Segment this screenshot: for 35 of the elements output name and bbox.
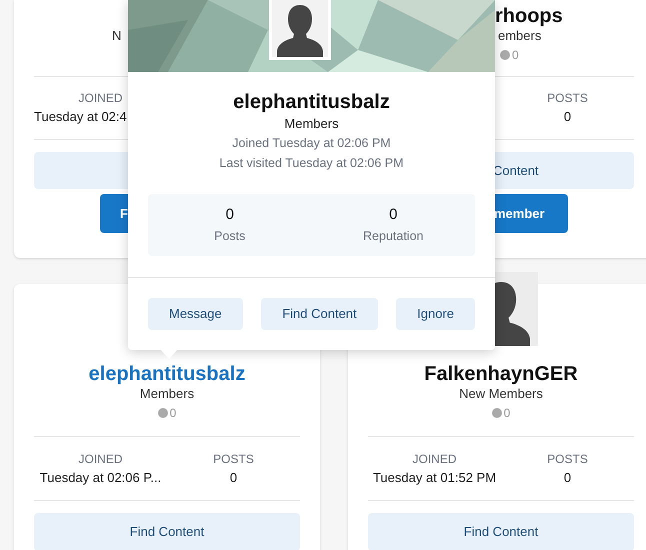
find-content-button[interactable]: Find Content — [368, 513, 634, 550]
stat-value: 0 — [389, 205, 398, 226]
profile-name: elephantitusbalz — [233, 90, 390, 114]
stat-value: Tuesday at 01:52 PM — [372, 468, 496, 487]
stat-value: 0 — [226, 205, 234, 226]
profile-avatar[interactable] — [269, 0, 331, 60]
member-name[interactable]: elephantitusbalz — [88, 362, 246, 386]
stat-label: POSTS — [547, 90, 588, 108]
reputation-count: 0 — [170, 405, 176, 422]
member-group: Members — [140, 384, 194, 404]
stat-label: POSTS — [547, 450, 588, 468]
stat-label: Reputation — [363, 228, 424, 245]
stat-value: Tuesday at 02:4 — [34, 108, 127, 126]
stat-value: Tuesday at 02:06 P... — [40, 468, 162, 487]
member-group: New Members — [459, 384, 543, 404]
stat-value: 0 — [564, 108, 572, 126]
stat-label: POSTS — [213, 450, 254, 468]
member-group: N — [34, 26, 122, 46]
profile-group: Members — [284, 115, 339, 133]
reputation-count: 0 — [512, 47, 519, 64]
profile-action-button[interactable]: Message — [148, 298, 243, 330]
profile-action-button[interactable]: Find Content — [261, 298, 378, 330]
profile-action-button[interactable]: Ignore — [396, 298, 475, 330]
stat-label: Posts — [214, 228, 246, 245]
find-content-button[interactable]: Find Content — [34, 513, 300, 550]
member-name[interactable]: FalkenhaynGER — [424, 362, 578, 386]
reputation-count: 0 — [504, 405, 510, 422]
stat-label: JOINED — [78, 450, 122, 468]
stat-label: JOINED — [78, 90, 122, 108]
joined-date: Joined Tuesday at 02:06 PM — [232, 135, 391, 152]
stat-value: 0 — [230, 468, 238, 487]
avatar-silhouette-icon — [277, 5, 323, 57]
stat-value: 0 — [564, 468, 572, 487]
member-group: embers — [368, 26, 542, 46]
stat-label: JOINED — [412, 450, 456, 468]
